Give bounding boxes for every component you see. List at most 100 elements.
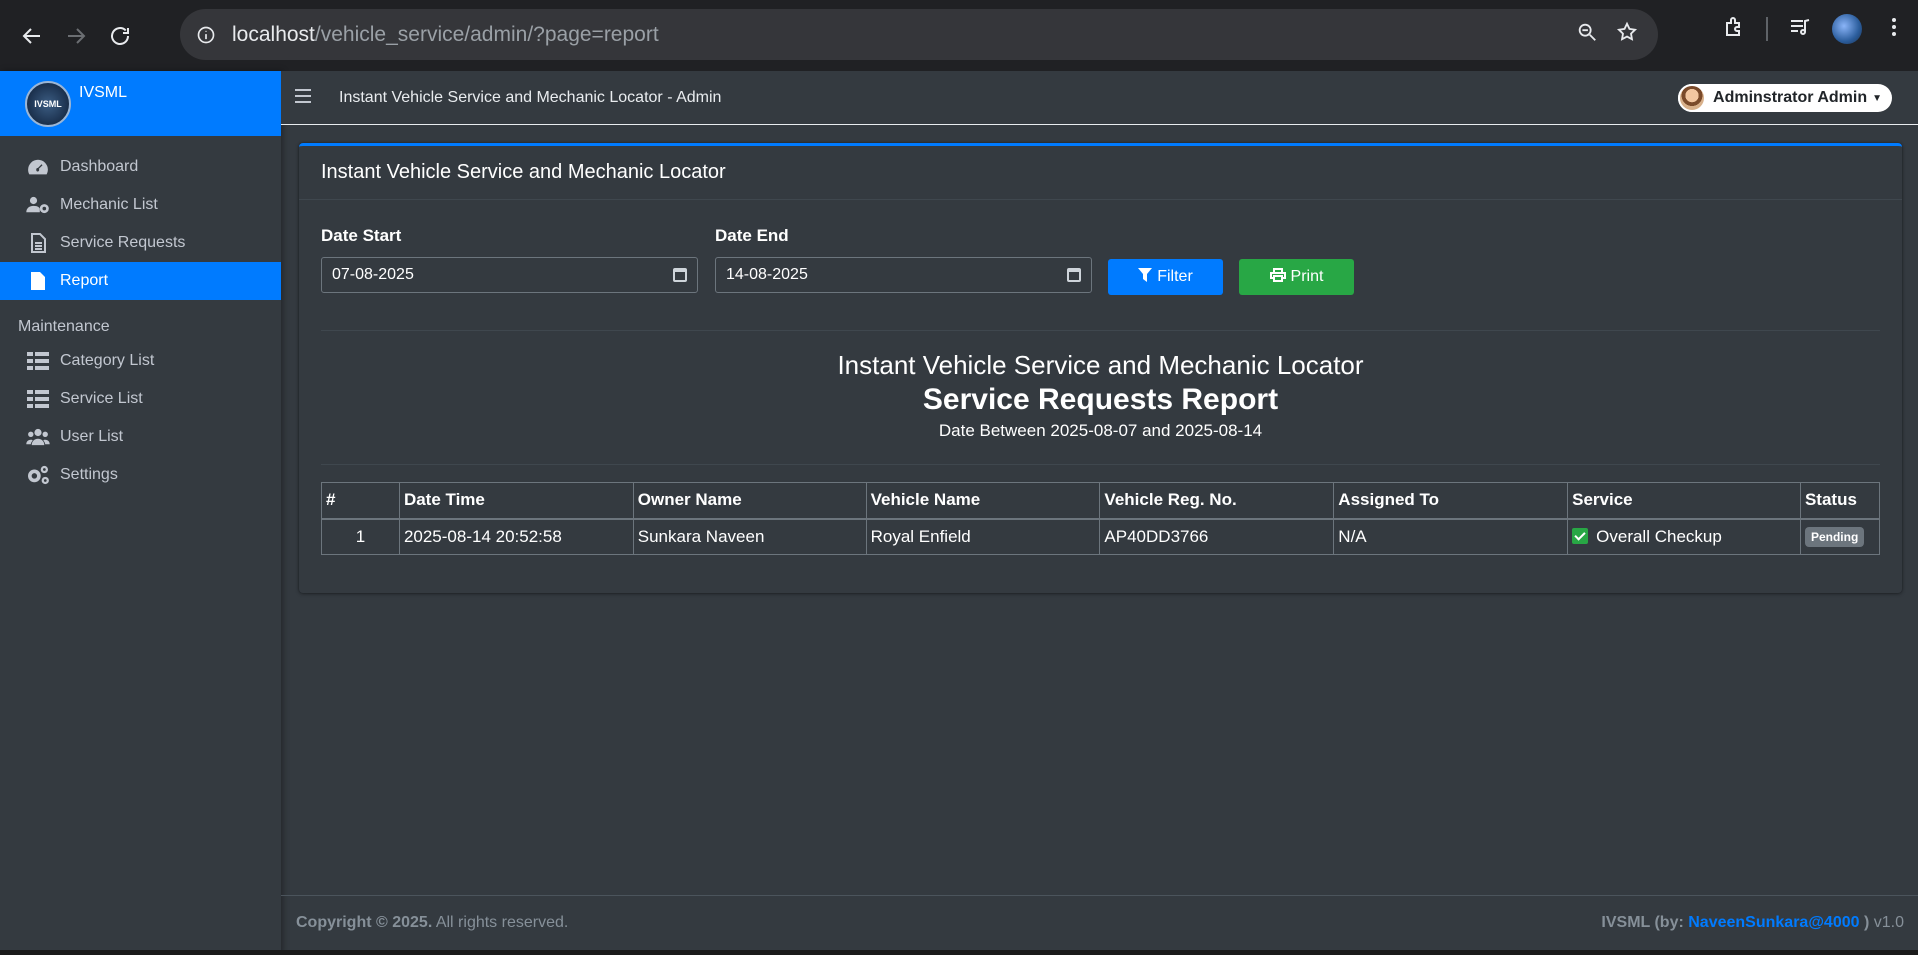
reload-icon[interactable]: [100, 16, 140, 56]
print-label: Print: [1290, 268, 1324, 285]
credit-close: ): [1863, 914, 1870, 931]
sidebar-item-report[interactable]: Report: [0, 262, 281, 300]
url-host: localhost: [232, 22, 315, 46]
date-start-group: Date Start 07-08-2025: [321, 226, 698, 293]
file-lines-icon: [26, 233, 50, 253]
date-end-input[interactable]: 14-08-2025: [715, 257, 1092, 293]
sidebar-item-mechanic-list[interactable]: Mechanic List: [0, 186, 281, 224]
sidebar: IVSML IVSML Dashboard Mechanic List Serv…: [0, 71, 281, 955]
report-table: # Date Time Owner Name Vehicle Name Vehi…: [321, 482, 1881, 555]
column-header: Status: [1799, 482, 1881, 520]
cell-assigned: N/A: [1333, 518, 1569, 555]
extensions-icon[interactable]: [1722, 15, 1746, 44]
sidebar-menu: Dashboard Mechanic List Service Requests…: [0, 136, 281, 494]
menu-toggle-icon[interactable]: [295, 87, 335, 108]
table-icon: [26, 389, 50, 409]
sidebar-item-service-list[interactable]: Service List: [0, 380, 281, 418]
sidebar-item-settings[interactable]: Settings: [0, 456, 281, 494]
date-start-input[interactable]: 07-08-2025: [321, 257, 698, 293]
user-name: Adminstrator Admin: [1713, 89, 1868, 106]
tachometer-icon: [26, 157, 50, 177]
more-menu-icon[interactable]: [1882, 15, 1906, 44]
card-title: Instant Vehicle Service and Mechanic Loc…: [299, 146, 1902, 200]
top-navbar: Instant Vehicle Service and Mechanic Loc…: [281, 71, 1918, 125]
column-header: Vehicle Reg. No.: [1099, 482, 1335, 520]
date-end-label: Date End: [715, 226, 789, 245]
cell-vehicle: Royal Enfield: [865, 518, 1101, 555]
report-heading: Instant Vehicle Service and Mechanic Loc…: [299, 350, 1902, 441]
footer-credit: IVSML (by: NaveenSunkara@4000 ) v1.0: [1601, 914, 1904, 932]
print-icon: [1269, 267, 1286, 287]
url-text[interactable]: localhost/vehicle_service/admin/?page=re…: [232, 23, 1576, 47]
check-square-icon: [1572, 527, 1589, 544]
brand-link[interactable]: IVSML IVSML: [0, 71, 281, 136]
cell-datetime: 2025-08-14 20:52:58: [398, 518, 634, 555]
sidebar-item-label: Category List: [60, 352, 155, 369]
date-start-value: 07-08-2025: [332, 266, 414, 283]
report-title: Instant Vehicle Service and Mechanic Loc…: [837, 350, 1364, 380]
page-footer: Copyright © 2025. All rights reserved. I…: [281, 895, 1918, 950]
divider: [321, 464, 1880, 465]
profile-avatar[interactable]: [1832, 14, 1862, 44]
avatar: [1678, 84, 1707, 112]
column-header: Vehicle Name: [865, 482, 1101, 520]
cell-status: Pending: [1799, 518, 1881, 555]
column-header: Service: [1567, 482, 1801, 520]
media-queue-icon[interactable]: [1788, 15, 1812, 44]
toolbar-separator: [1766, 17, 1768, 41]
sidebar-item-label: User List: [60, 428, 124, 445]
sidebar-item-label: Mechanic List: [60, 196, 158, 213]
sidebar-item-label: Service List: [60, 390, 143, 407]
author-link[interactable]: NaveenSunkara@4000: [1688, 914, 1859, 931]
version-text: v1.0: [1873, 914, 1904, 931]
caret-down-icon: ▼: [1872, 92, 1882, 104]
report-subtitle: Service Requests Report: [922, 383, 1279, 416]
cell-service: Overall Checkup: [1567, 518, 1801, 555]
cell-reg-no: AP40DD3766: [1099, 518, 1335, 555]
filter-icon: [1138, 267, 1153, 287]
copyright-rest: All rights reserved.: [435, 914, 569, 931]
credit-text: IVSML (by:: [1601, 914, 1684, 931]
taskbar-edge: [0, 950, 1918, 955]
table-icon: [26, 351, 50, 371]
brand-name: IVSML: [79, 84, 128, 101]
address-bar[interactable]: localhost/vehicle_service/admin/?page=re…: [180, 9, 1658, 60]
file-icon: [26, 271, 50, 291]
date-start-label: Date Start: [321, 226, 402, 245]
table-header-row: # Date Time Owner Name Vehicle Name Vehi…: [321, 482, 1881, 520]
report-date-range: Date Between 2025-08-07 and 2025-08-14: [938, 421, 1263, 440]
users-icon: [26, 427, 50, 447]
divider: [321, 330, 1880, 331]
sidebar-item-category-list[interactable]: Category List: [0, 342, 281, 380]
forward-arrow-icon[interactable]: [56, 16, 96, 56]
back-arrow-icon[interactable]: [12, 16, 52, 56]
row-number: 1: [321, 518, 400, 555]
print-button[interactable]: Print: [1239, 259, 1354, 295]
sidebar-item-dashboard[interactable]: Dashboard: [0, 148, 281, 186]
sidebar-item-label: Dashboard: [60, 158, 139, 175]
cell-owner: Sunkara Naveen: [632, 518, 867, 555]
calendar-icon[interactable]: [673, 268, 687, 282]
cogs-icon: [26, 465, 50, 485]
site-info-icon[interactable]: [180, 25, 232, 45]
url-path: /vehicle_service/admin/?page=report: [314, 22, 659, 46]
report-card: Instant Vehicle Service and Mechanic Loc…: [299, 143, 1902, 593]
bookmark-star-icon[interactable]: [1616, 21, 1638, 48]
column-header: Owner Name: [632, 482, 867, 520]
sidebar-item-user-list[interactable]: User List: [0, 418, 281, 456]
zoom-icon[interactable]: [1576, 21, 1598, 48]
filter-button[interactable]: Filter: [1108, 259, 1223, 295]
brand-logo: IVSML: [25, 81, 71, 127]
browser-toolbar: localhost/vehicle_service/admin/?page=re…: [0, 0, 1918, 71]
calendar-icon[interactable]: [1067, 268, 1081, 282]
date-end-value: 14-08-2025: [726, 266, 808, 283]
users-cog-icon: [26, 195, 50, 215]
sidebar-item-label: Report: [60, 272, 109, 289]
table-row: 1 2025-08-14 20:52:58 Sunkara Naveen Roy…: [321, 518, 1881, 555]
filter-label: Filter: [1157, 268, 1193, 285]
copyright-text: Copyright © 2025.: [296, 914, 433, 931]
sidebar-item-label: Settings: [60, 466, 118, 483]
user-dropdown[interactable]: Adminstrator Admin ▼: [1678, 84, 1892, 112]
column-header: #: [321, 482, 400, 520]
sidebar-item-service-requests[interactable]: Service Requests: [0, 224, 281, 262]
